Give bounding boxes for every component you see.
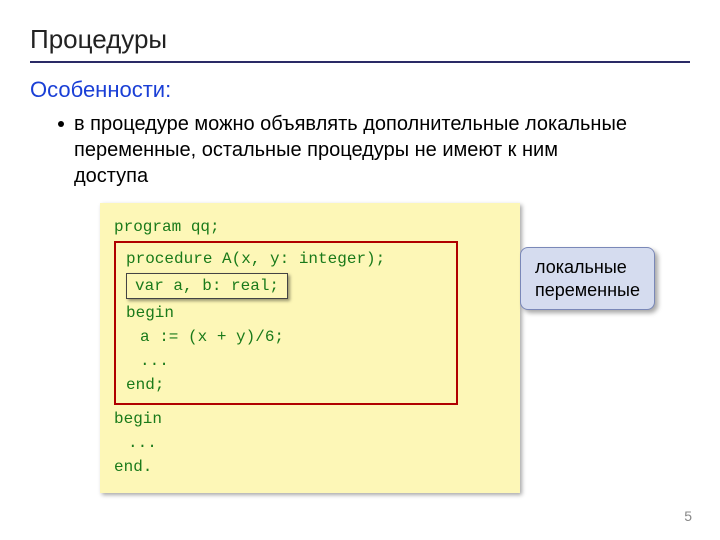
code-line: procedure A(x, y: integer); bbox=[126, 250, 385, 268]
code-line: ... bbox=[126, 349, 446, 373]
code-line: ... bbox=[114, 431, 506, 455]
code-line: end; bbox=[126, 376, 164, 394]
slide-title: Процедуры bbox=[30, 24, 690, 63]
section-subtitle: Особенности: bbox=[30, 77, 690, 103]
code-line: program qq; bbox=[114, 218, 220, 236]
code-block-wrap: program qq; procedure A(x, y: integer); … bbox=[100, 203, 520, 493]
callout-line: переменные bbox=[535, 280, 640, 300]
code-line: begin bbox=[114, 410, 162, 428]
bullet-item: в процедуре можно объявлять дополнительн… bbox=[58, 111, 690, 189]
bullet-dot-icon bbox=[58, 121, 64, 127]
code-line: a := (x + y)/6; bbox=[126, 325, 446, 349]
callout-local-vars: локальные переменные bbox=[520, 247, 655, 310]
var-declaration-box: var a, b: real; bbox=[126, 273, 288, 299]
code-line: begin bbox=[126, 304, 174, 322]
callout-line: локальные bbox=[535, 257, 627, 277]
code-line: end. bbox=[114, 458, 152, 476]
procedure-highlight-box: procedure A(x, y: integer); var a, b: re… bbox=[114, 241, 458, 405]
code-block: program qq; procedure A(x, y: integer); … bbox=[100, 203, 520, 493]
bullet-text: в процедуре можно объявлять дополнительн… bbox=[74, 111, 634, 189]
page-number: 5 bbox=[684, 508, 692, 524]
